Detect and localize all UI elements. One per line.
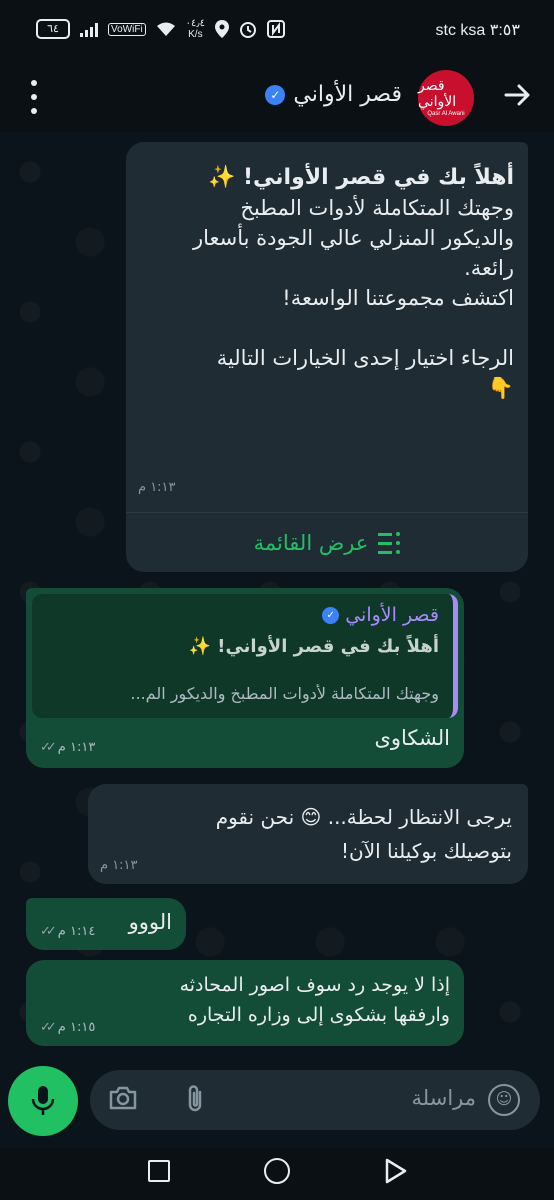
message-bubble-incoming[interactable]: يرجى الانتظار لحظة... 😊 نحن نقوم بتوصيلك… [88, 784, 528, 884]
alarm-icon [240, 22, 257, 38]
nfc-icon [267, 20, 286, 38]
quote-title: أهلاً بك في قصر الأواني! ✨ [188, 636, 439, 657]
contact-avatar[interactable]: قصر الأواني Qasr Al Awani [418, 70, 474, 126]
message-text: أهلاً بك في قصر الأواني! ✨ وجهتك المتكام… [134, 162, 514, 403]
message-text: الشكاوى [374, 726, 450, 750]
mic-button[interactable] [8, 1066, 78, 1136]
verified-icon: ✓ [265, 84, 286, 105]
battery-icon: ٦٤ [36, 19, 70, 39]
verified-icon: ✓ [322, 606, 340, 624]
message-meta: ١:١٤ م ✓✓ [40, 924, 95, 939]
message-text: الووو [128, 910, 172, 934]
recents-icon[interactable] [148, 1160, 170, 1182]
divider [126, 512, 528, 513]
list-icon [378, 532, 401, 554]
system-nav-bar [0, 1148, 554, 1200]
contact-name[interactable]: قصر الأواني ✓ [265, 82, 402, 107]
more-vert-icon[interactable] [24, 80, 44, 114]
message-time: ١:١٤ م [57, 924, 96, 939]
chat-header: قصر الأواني Qasr Al Awani قصر الأواني ✓ [0, 62, 554, 132]
status-bar: ٣:٥٣ stc ksa ٦٤ VoWiFi ٠٤٫٤ K/s [0, 0, 554, 62]
double-check-icon: ✓✓ [40, 740, 57, 755]
message-bubble-outgoing[interactable]: قصر الأواني ✓ أهلاً بك في قصر الأواني! ✨ … [26, 588, 464, 768]
network-speed: ٠٤٫٤ K/s [185, 18, 206, 40]
message-meta: ١:١٣ م ✓✓ [40, 740, 95, 755]
message-time: ١:١٥ م [57, 1020, 96, 1035]
message-bubble-outgoing[interactable]: إذا لا يوجد رد سوف اصور المحادثه وارفقها… [26, 960, 464, 1046]
message-bubble-incoming[interactable]: أهلاً بك في قصر الأواني! ✨ وجهتك المتكام… [126, 142, 528, 572]
camera-icon[interactable] [108, 1084, 138, 1116]
attach-icon[interactable] [180, 1084, 210, 1116]
double-check-icon: ✓✓ [40, 1020, 57, 1035]
message-time: ١:١٣ م [138, 480, 176, 495]
location-icon [215, 20, 230, 38]
nav-back-icon[interactable] [384, 1158, 408, 1184]
quote-body: وجهتك المتكاملة لأدوات المطبخ والديكور ا… [130, 684, 439, 703]
signal-icon [80, 21, 98, 37]
logo-arabic: قصر الأواني [418, 78, 457, 110]
home-icon[interactable] [264, 1158, 290, 1184]
double-check-icon: ✓✓ [40, 924, 57, 939]
view-list-button[interactable]: عرض القائمة [126, 520, 528, 566]
view-list-label: عرض القائمة [253, 531, 369, 555]
chat-area[interactable]: أهلاً بك في قصر الأواني! ✨ وجهتك المتكام… [0, 132, 554, 1052]
message-input[interactable]: ☺ مراسلة [90, 1070, 540, 1130]
message-meta: ١:١٥ م ✓✓ [40, 1020, 95, 1035]
message-time: ١:١٣ م [100, 858, 138, 873]
quoted-message[interactable]: قصر الأواني ✓ أهلاً بك في قصر الأواني! ✨ … [32, 594, 458, 718]
status-time-carrier: ٣:٥٣ stc ksa [435, 22, 520, 39]
message-text: يرجى الانتظار لحظة... 😊 نحن نقوم بتوصيلك… [215, 805, 512, 863]
contact-name-label: قصر الأواني [293, 82, 402, 107]
status-icons: ٦٤ VoWiFi ٠٤٫٤ K/s [36, 18, 286, 40]
message-title: أهلاً بك في قصر الأواني! ✨ [207, 165, 514, 190]
back-arrow-icon[interactable] [502, 80, 532, 110]
quote-sender: قصر الأواني ✓ [322, 604, 439, 626]
vowifi-icon: VoWiFi [108, 22, 146, 36]
composer-bar: ☺ مراسلة [0, 1052, 554, 1148]
mic-icon [31, 1086, 55, 1115]
message-bubble-outgoing[interactable]: الووو ١:١٤ م ✓✓ [26, 898, 186, 950]
message-time: ١:١٣ م [57, 740, 96, 755]
message-body: وجهتك المتكاملة لأدوات المطبخ والديكور ا… [192, 196, 514, 400]
wifi-icon [156, 22, 175, 36]
message-input-placeholder: مراسلة [411, 1086, 476, 1110]
logo-latin: Qasr Al Awani [427, 111, 465, 117]
emoji-icon[interactable]: ☺ [488, 1084, 520, 1116]
